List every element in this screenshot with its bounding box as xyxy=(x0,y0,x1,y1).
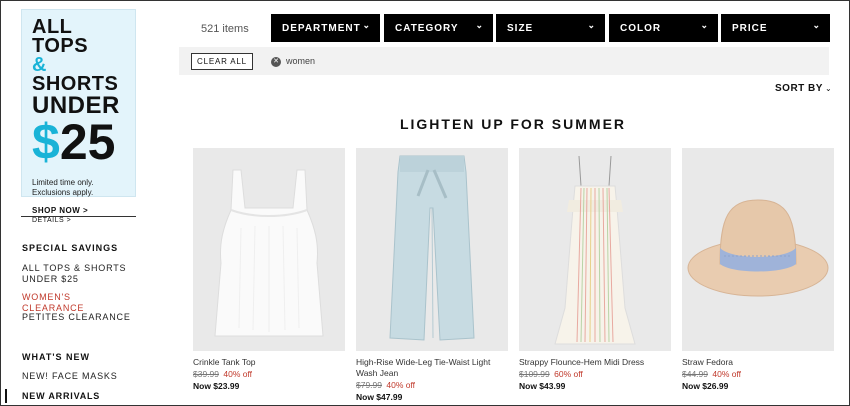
filter-department-label: DEPARTMENT xyxy=(282,23,361,34)
product-image[interactable] xyxy=(682,148,834,351)
promo-dollar: $ xyxy=(32,114,60,170)
sidebar-heading-whats-new: WHAT'S NEW xyxy=(22,352,90,362)
product-image[interactable] xyxy=(193,148,345,351)
sidebar-divider xyxy=(21,216,136,217)
active-filter-chip[interactable]: women xyxy=(286,56,315,66)
filter-category-label: CATEGORY xyxy=(395,23,459,34)
product-image[interactable] xyxy=(356,148,508,351)
chevron-down-icon: ⌄ xyxy=(824,84,833,93)
product-name[interactable]: Straw Fedora xyxy=(682,357,834,368)
product-original-price: $39.99 xyxy=(193,369,219,379)
product-card[interactable]: Crinkle Tank Top $39.99 40% off Now $23.… xyxy=(193,148,345,391)
product-original-price: $79.99 xyxy=(356,380,382,390)
filter-price-label: PRICE xyxy=(732,23,768,34)
product-sale-price: Now $43.99 xyxy=(519,381,566,391)
sidebar-item-womens-clearance[interactable]: WOMEN'S CLEARANCE xyxy=(22,292,132,314)
product-discount: 40% off xyxy=(386,380,416,390)
chevron-down-icon: ⌄ xyxy=(587,20,596,30)
product-image[interactable] xyxy=(519,148,671,351)
sidebar-heading-special-savings: SPECIAL SAVINGS xyxy=(22,243,119,253)
active-filters-bar: CLEAR ALL ✕ women xyxy=(179,47,829,75)
chevron-down-icon: ⌄ xyxy=(475,20,484,30)
product-name[interactable]: Strappy Flounce-Hem Midi Dress xyxy=(519,357,671,368)
item-count: 521 items xyxy=(201,23,249,35)
page-frame: ALL TOPS & SHORTS UNDER $25 Limited time… xyxy=(0,0,850,406)
promo-line1: ALL TOPS xyxy=(32,16,89,57)
sort-by-dropdown[interactable]: SORT BY ⌄ xyxy=(775,83,832,94)
product-card[interactable]: High-Rise Wide-Leg Tie-Waist Light Wash … xyxy=(356,148,508,402)
sidebar-item-tops-shorts[interactable]: ALL TOPS & SHORTS UNDER $25 xyxy=(22,263,132,285)
promo-note2: Exclusions apply. xyxy=(32,188,94,197)
clear-all-button[interactable]: CLEAR ALL xyxy=(191,53,253,70)
product-sale-price: Now $47.99 xyxy=(356,392,403,402)
product-name[interactable]: High-Rise Wide-Leg Tie-Waist Light Wash … xyxy=(356,357,508,379)
chevron-down-icon: ⌄ xyxy=(812,20,821,30)
sort-by-label: SORT BY xyxy=(775,83,823,94)
product-name[interactable]: Crinkle Tank Top xyxy=(193,357,345,368)
promo-shop-now-link[interactable]: SHOP NOW > xyxy=(32,206,125,215)
filter-color-button[interactable]: COLOR ⌄ xyxy=(609,14,718,42)
scroll-marker xyxy=(5,389,7,403)
filter-color-label: COLOR xyxy=(620,23,662,34)
product-card[interactable]: Strappy Flounce-Hem Midi Dress $109.99 6… xyxy=(519,148,671,391)
chevron-down-icon: ⌄ xyxy=(362,20,371,30)
product-sale-price: Now $23.99 xyxy=(193,381,240,391)
filter-price-button[interactable]: PRICE ⌄ xyxy=(721,14,830,42)
section-title: LIGHTEN UP FOR SUMMER xyxy=(399,116,627,132)
product-discount: 60% off xyxy=(554,369,583,379)
product-discount: 40% off xyxy=(712,369,742,379)
filter-size-button[interactable]: SIZE ⌄ xyxy=(496,14,605,42)
filter-category-button[interactable]: CATEGORY ⌄ xyxy=(384,14,493,42)
chevron-down-icon: ⌄ xyxy=(700,20,709,30)
sidebar-item-face-masks[interactable]: NEW! FACE MASKS xyxy=(22,371,132,382)
remove-filter-icon[interactable]: ✕ xyxy=(271,57,281,67)
product-card[interactable]: Straw Fedora $44.99 40% off Now $26.99 xyxy=(682,148,834,391)
filter-size-label: SIZE xyxy=(507,23,534,34)
product-original-price: $44.99 xyxy=(682,369,708,379)
promo-note1: Limited time only. xyxy=(32,178,94,187)
promo-amount: 25 xyxy=(59,114,116,170)
filter-department-button[interactable]: DEPARTMENT ⌄ xyxy=(271,14,380,42)
sidebar-item-new-arrivals[interactable]: NEW ARRIVALS xyxy=(22,391,132,402)
promo-details-link[interactable]: DETAILS > xyxy=(32,217,125,224)
sidebar-item-petites-clearance[interactable]: PETITES CLEARANCE xyxy=(22,312,132,323)
product-sale-price: Now $26.99 xyxy=(682,381,729,391)
product-discount: 40% off xyxy=(223,369,253,379)
promo-banner[interactable]: ALL TOPS & SHORTS UNDER $25 Limited time… xyxy=(21,9,136,224)
product-original-price: $109.99 xyxy=(519,369,550,379)
